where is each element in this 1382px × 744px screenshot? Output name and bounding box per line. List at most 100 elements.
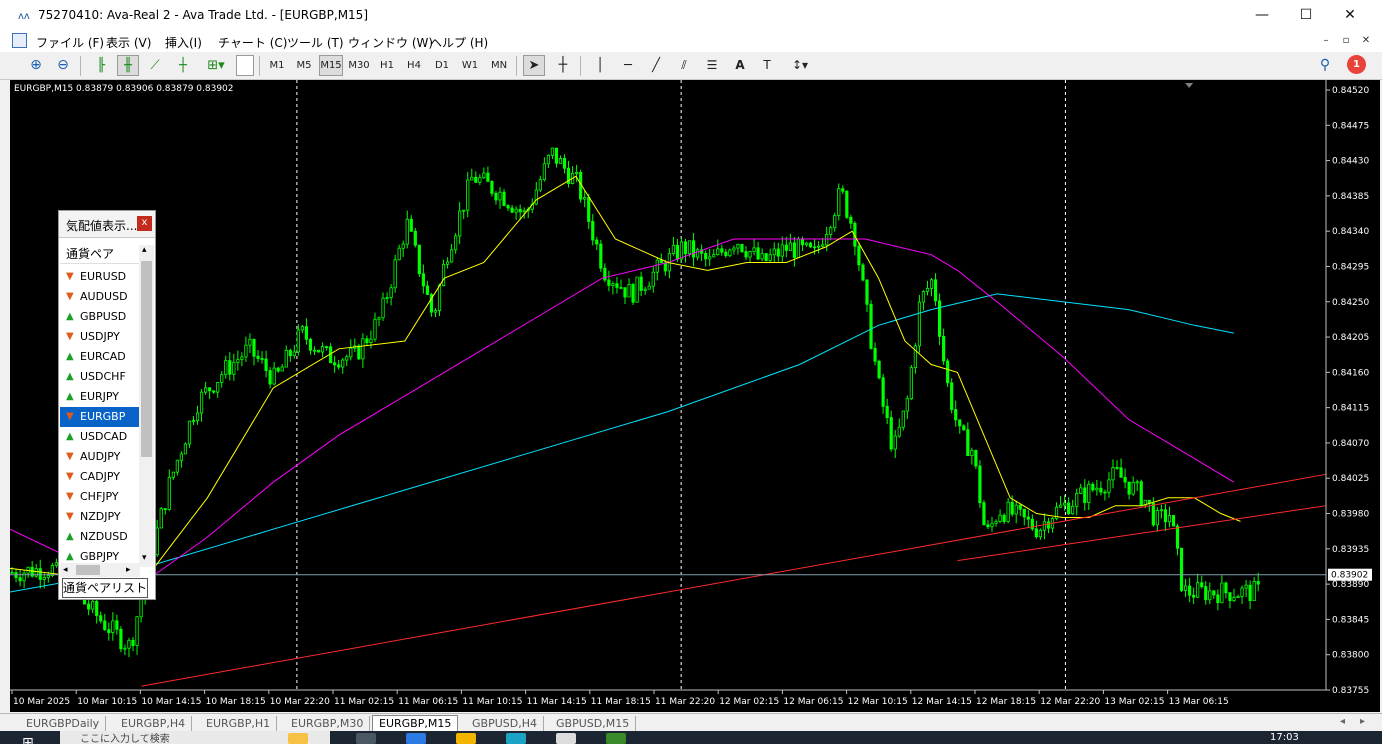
timeframe-m30[interactable]: M30 <box>346 55 372 76</box>
symbol-row-gbpusd[interactable]: ▲ GBPUSD <box>60 307 140 327</box>
tab-gbpusd-m15[interactable]: GBPUSD,M15 <box>550 716 637 732</box>
candle-body <box>599 243 603 269</box>
zoom-in-icon[interactable]: ⊕ <box>25 55 47 76</box>
fibonacci-icon[interactable]: ☰ <box>701 55 723 76</box>
search-icon[interactable]: ⚲ <box>1314 55 1336 76</box>
crosshair-icon[interactable]: ┼ <box>552 55 574 76</box>
timeframe-h1[interactable]: H1 <box>375 55 399 76</box>
candle-body <box>506 205 510 209</box>
tab-gbpusd-h4[interactable]: GBPUSD,H4 <box>466 716 544 732</box>
symbols-tab[interactable]: 通貨ペアリスト <box>62 578 148 598</box>
symbol-row-chfjpy[interactable]: ▼ CHFJPY <box>60 487 140 507</box>
zoom-out-icon[interactable]: ⊖ <box>52 55 74 76</box>
menu-help[interactable]: ヘルプ (H) <box>430 34 488 51</box>
market-watch-close-button[interactable]: x <box>137 216 152 231</box>
symbol-row-usdcad[interactable]: ▲ USDCAD <box>60 427 140 447</box>
symbol-column-header[interactable]: 通貨ペア <box>60 244 140 264</box>
timeframe-h4[interactable]: H4 <box>402 55 426 76</box>
menu-chart[interactable]: チャート (C) <box>218 34 287 51</box>
candle-body <box>958 419 962 427</box>
timeframe-m15[interactable]: M15 <box>319 55 343 76</box>
taskbar-app-icon[interactable] <box>406 733 426 744</box>
price-down-icon: ▼ <box>66 491 74 502</box>
horizontal-line-icon[interactable]: ─ <box>617 55 639 76</box>
timeframe-w1[interactable]: W1 <box>458 55 482 76</box>
symbol-row-eurgbp[interactable]: ▼ EURGBP <box>60 407 140 427</box>
menu-file[interactable]: ファイル (F) <box>36 34 104 51</box>
chart-canvas[interactable]: 0.84520 0.84475 0.84430 0.84385 0.84340 0.842… <box>10 80 1380 712</box>
text-icon[interactable]: A <box>730 55 750 76</box>
symbol-row-eurcad[interactable]: ▲ EURCAD <box>60 347 140 367</box>
horizontal-scrollbar[interactable]: ◂ ▸ <box>60 563 140 577</box>
candle-body <box>252 338 256 357</box>
symbol-row-eurusd[interactable]: ▼ EURUSD <box>60 267 140 287</box>
candle-body <box>607 279 611 286</box>
tab-eurgbp-m15[interactable]: EURGBP,M15 <box>372 715 459 732</box>
maximize-button[interactable]: ☐ <box>1284 2 1328 28</box>
price-chart[interactable]: 0.84520 0.84475 0.84430 0.84385 0.84340 0.842… <box>10 80 1380 712</box>
scroll-down-icon[interactable]: ▾ <box>142 553 147 563</box>
cursor-icon[interactable]: ➤ <box>523 55 545 76</box>
bar-chart-icon[interactable]: ╟ <box>90 55 112 76</box>
taskbar-folder-icon[interactable] <box>456 733 476 744</box>
candle-body <box>272 367 276 385</box>
symbol-row-usdchf[interactable]: ▲ USDCHF <box>60 367 140 387</box>
line-chart-icon[interactable]: ⟋ <box>144 55 166 76</box>
symbol-row-eurjpy[interactable]: ▲ EURJPY <box>60 387 140 407</box>
candle-body <box>1224 582 1228 594</box>
tab-scroll-left-icon[interactable]: ◂ <box>1340 716 1345 727</box>
hscroll-thumb[interactable] <box>76 565 100 575</box>
chart-shift-box[interactable] <box>236 55 254 76</box>
vertical-line-icon[interactable]: │ <box>590 55 610 76</box>
symbol-row-nzdjpy[interactable]: ▼ NZDJPY <box>60 507 140 527</box>
timeframe-mn[interactable]: MN <box>486 55 512 76</box>
tab-eurgbp-m30[interactable]: EURGBP,M30 <box>285 716 371 732</box>
scroll-left-icon[interactable]: ◂ <box>63 563 68 577</box>
candle-body <box>1208 590 1212 601</box>
candle-body <box>885 405 889 418</box>
symbol-row-nzdusd[interactable]: ▲ NZDUSD <box>60 527 140 547</box>
tab-eurgbp-daily[interactable]: EURGBPDaily <box>20 716 107 732</box>
taskbar-app-icon[interactable] <box>606 733 626 744</box>
taskbar-browser-icon[interactable] <box>506 733 526 744</box>
tab-scroll-right-icon[interactable]: ▸ <box>1360 716 1365 727</box>
close-button[interactable]: ✕ <box>1328 2 1372 28</box>
menu-insert[interactable]: 挿入(I) <box>165 34 202 51</box>
timeframe-m5[interactable]: M5 <box>292 55 316 76</box>
trendline-icon[interactable]: ╱ <box>645 55 667 76</box>
symbol-row-audusd[interactable]: ▼ AUDUSD <box>60 287 140 307</box>
scroll-up-icon[interactable]: ▴ <box>142 245 147 255</box>
auto-scroll-icon[interactable]: ┼ <box>172 55 194 76</box>
tab-eurgbp-h4[interactable]: EURGBP,H4 <box>115 716 193 732</box>
timeframe-m1[interactable]: M1 <box>265 55 289 76</box>
symbol-row-usdjpy[interactable]: ▼ USDJPY <box>60 327 140 347</box>
scroll-thumb[interactable] <box>141 261 152 457</box>
indicators-dropdown-icon[interactable]: ⊞▾ <box>200 55 232 76</box>
menu-view[interactable]: 表示 (V) <box>106 34 151 51</box>
candlestick-chart-icon[interactable]: ╫ <box>117 55 139 76</box>
taskbar-app-icon[interactable] <box>356 733 376 744</box>
mdi-restore-button[interactable]: ▫ <box>1338 34 1354 48</box>
tab-eurgbp-h1[interactable]: EURGBP,H1 <box>200 716 278 732</box>
arrows-dropdown-icon[interactable]: ↕▾ <box>784 55 816 76</box>
candle-body <box>381 297 385 319</box>
mdi-minimize-button[interactable]: – <box>1318 34 1334 48</box>
menu-tools[interactable]: ツール (T) <box>287 34 344 51</box>
symbol-row-cadjpy[interactable]: ▼ CADJPY <box>60 467 140 487</box>
equidistant-channel-icon[interactable]: ⫽ <box>673 55 695 76</box>
vertical-scrollbar[interactable]: ▴ ▾ <box>139 245 154 567</box>
time-tick-label: 10 Mar 14:15 <box>141 697 201 707</box>
candle-body <box>365 338 369 344</box>
taskbar-mt4-icon[interactable] <box>556 733 576 744</box>
taskbar-app-icon[interactable] <box>288 733 308 744</box>
text-label-icon[interactable]: T <box>756 55 778 76</box>
menu-window[interactable]: ウィンドウ (W) <box>348 34 433 51</box>
minimize-button[interactable]: — <box>1240 2 1284 28</box>
timeframe-d1[interactable]: D1 <box>430 55 454 76</box>
notification-icon[interactable]: 1 <box>1344 55 1370 76</box>
candle-body <box>361 338 365 360</box>
symbol-row-audjpy[interactable]: ▼ AUDJPY <box>60 447 140 467</box>
windows-start-icon[interactable]: ⊞ <box>22 735 38 744</box>
scroll-right-icon[interactable]: ▸ <box>126 563 131 577</box>
mdi-close-button[interactable]: ✕ <box>1358 34 1374 48</box>
